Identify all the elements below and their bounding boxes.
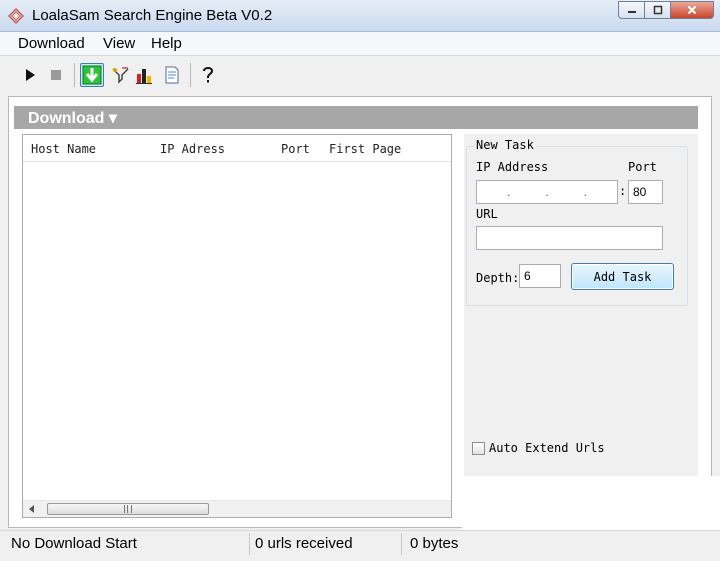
menu-download[interactable]: Download xyxy=(18,35,85,52)
column-host-name[interactable]: Host Name xyxy=(31,142,96,156)
auto-extend-checkbox[interactable] xyxy=(472,442,485,455)
ip-dots: ... xyxy=(507,185,587,199)
statistics-button[interactable] xyxy=(132,63,156,87)
horizontal-scrollbar[interactable] xyxy=(23,500,451,517)
chart-icon xyxy=(136,69,152,84)
ip-port-colon: : xyxy=(619,184,627,198)
scrollbar-thumb[interactable] xyxy=(47,503,209,515)
new-task-title: New Task xyxy=(474,138,536,152)
title-bar[interactable]: LoalaSam Search Engine Beta V0.2 xyxy=(0,0,720,32)
status-bar: No Download Start 0 urls received 0 byte… xyxy=(0,530,720,561)
window-title: LoalaSam Search Engine Beta V0.2 xyxy=(32,7,273,24)
menu-view[interactable]: View xyxy=(103,35,135,52)
minimize-button[interactable] xyxy=(618,1,644,19)
scroll-left-icon[interactable] xyxy=(25,503,39,515)
ip-address-input[interactable]: ... xyxy=(476,180,618,204)
toolbar-separator xyxy=(74,63,75,87)
download-list[interactable]: Host Name IP Adress Port First Page xyxy=(22,134,452,518)
filter-button[interactable] xyxy=(108,63,132,87)
url-input[interactable] xyxy=(476,226,663,250)
document-icon xyxy=(165,66,179,84)
filter-icon xyxy=(112,67,129,84)
depth-input[interactable] xyxy=(519,264,561,288)
download-arrow-icon xyxy=(82,65,102,85)
menu-help[interactable]: Help xyxy=(151,35,182,52)
status-urls: 0 urls received xyxy=(255,535,353,552)
window-controls xyxy=(618,1,714,19)
section-header[interactable]: Download ▾ xyxy=(14,106,698,129)
maximize-icon xyxy=(653,5,662,15)
stop-button[interactable] xyxy=(44,63,68,87)
list-header: Host Name IP Adress Port First Page xyxy=(23,135,451,162)
status-separator xyxy=(249,533,250,555)
auto-extend-label[interactable]: Auto Extend Urls xyxy=(489,441,605,455)
toolbar xyxy=(0,57,720,93)
ip-address-label: IP Address xyxy=(476,160,549,174)
status-message: No Download Start xyxy=(11,535,137,552)
close-icon xyxy=(687,5,697,15)
port-label: Port xyxy=(628,160,657,174)
app-diamond-icon xyxy=(8,8,24,24)
maximize-button[interactable] xyxy=(644,1,670,19)
status-separator xyxy=(401,533,402,555)
stop-icon xyxy=(51,70,61,80)
help-icon xyxy=(203,67,214,83)
port-input[interactable] xyxy=(628,180,663,204)
start-button[interactable] xyxy=(18,63,42,87)
scrollbar-grip-icon xyxy=(124,505,132,513)
column-port[interactable]: Port xyxy=(281,142,310,156)
close-button[interactable] xyxy=(670,1,714,19)
help-button[interactable] xyxy=(196,63,220,87)
column-first-page[interactable]: First Page xyxy=(329,142,401,156)
add-task-label: Add Task xyxy=(593,269,652,284)
status-bytes: 0 bytes xyxy=(410,535,459,552)
add-task-button[interactable]: Add Task xyxy=(571,263,674,290)
column-ip-address[interactable]: IP Adress xyxy=(160,142,225,156)
app-window: LoalaSam Search Engine Beta V0.2 Downloa… xyxy=(0,0,720,561)
depth-label: Depth: xyxy=(476,271,520,285)
url-label: URL xyxy=(476,207,498,221)
menu-bar: Download View Help xyxy=(0,32,720,56)
toolbar-separator xyxy=(190,63,191,87)
section-title[interactable]: Download ▾ xyxy=(28,108,117,128)
document-button[interactable] xyxy=(160,63,184,87)
download-button[interactable] xyxy=(80,63,104,87)
minimize-icon xyxy=(627,11,636,13)
play-icon xyxy=(26,69,35,81)
